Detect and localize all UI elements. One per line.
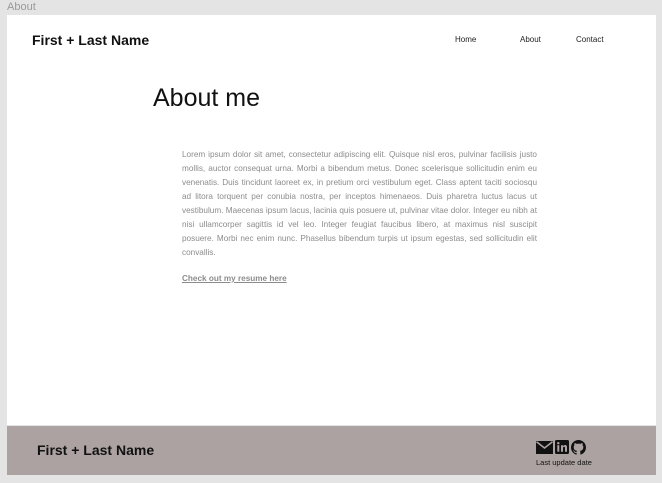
github-icon[interactable]	[571, 439, 586, 455]
footer: First + Last Name Last update date	[7, 426, 656, 475]
mail-icon[interactable]	[536, 440, 553, 454]
page: First + Last Name Home About Contact Abo…	[7, 15, 656, 425]
nav-about-link[interactable]: About	[520, 35, 541, 44]
last-update-date: Last update date	[536, 458, 592, 467]
nav-home-link[interactable]: Home	[455, 35, 476, 44]
linkedin-icon[interactable]	[555, 440, 569, 454]
nav-contact-link[interactable]: Contact	[576, 35, 604, 44]
page-title: About me	[153, 84, 261, 112]
about-text: Lorem ipsum dolor sit amet, consectetur …	[182, 150, 537, 257]
frame-label: About	[7, 1, 36, 13]
site-name[interactable]: First + Last Name	[32, 32, 149, 48]
footer-site-name: First + Last Name	[37, 442, 155, 458]
resume-link[interactable]: Check out my resume here	[182, 274, 287, 283]
social-icons	[536, 439, 586, 455]
